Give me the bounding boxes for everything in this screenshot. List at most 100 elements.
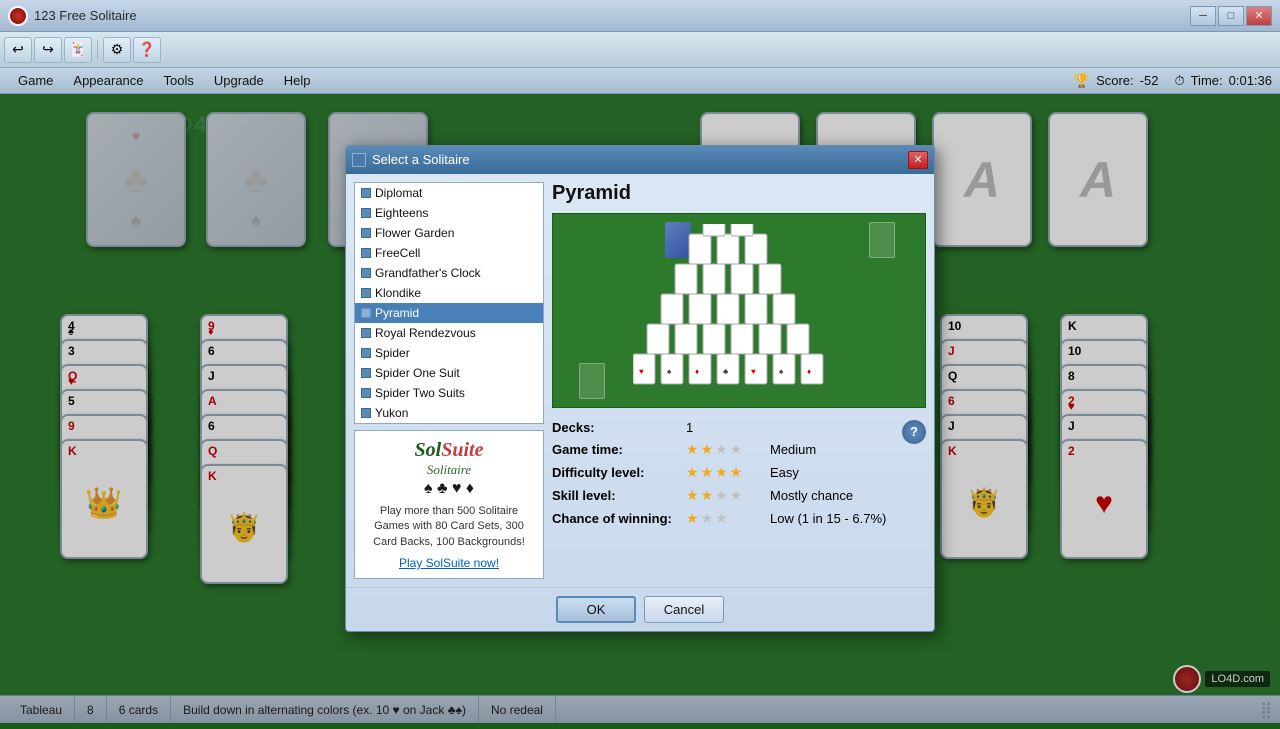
game-icon bbox=[361, 348, 371, 358]
time-icon: ⏱ bbox=[1174, 73, 1184, 89]
settings-button[interactable]: ⚙ bbox=[103, 37, 131, 63]
undo-button[interactable]: ↩ bbox=[4, 37, 32, 63]
dstar-2: ★ bbox=[701, 464, 714, 481]
ok-button[interactable]: OK bbox=[556, 596, 636, 623]
solsuite-logo-area: SolSuite Solitaire ♠ ♣ ♥ ♦ bbox=[363, 439, 535, 498]
dialog-title-left: Select a Solitaire bbox=[352, 152, 470, 167]
menu-game[interactable]: Game bbox=[8, 68, 63, 93]
titlebar-left: 123 Free Solitaire bbox=[8, 6, 137, 26]
time-area: ⏱ Time: 0:01:36 bbox=[1174, 73, 1272, 89]
redo-button[interactable]: ↪ bbox=[34, 37, 62, 63]
game-icon bbox=[361, 328, 371, 338]
score-icon: 🏆 bbox=[1074, 73, 1090, 89]
menubar: Game Appearance Tools Upgrade Help 🏆 Sco… bbox=[0, 68, 1280, 94]
svg-text:♦: ♦ bbox=[807, 367, 811, 376]
game-detail-panel: Pyramid bbox=[552, 182, 926, 579]
sstar-4: ★ bbox=[730, 487, 743, 504]
game-icon bbox=[361, 268, 371, 278]
selected-game-name: Pyramid bbox=[552, 182, 926, 205]
game-item-pyramid[interactable]: Pyramid bbox=[355, 303, 543, 323]
dstar-4: ★ bbox=[730, 464, 743, 481]
solsuite-logo: SolSuite bbox=[363, 439, 535, 462]
time-label: Time: bbox=[1191, 73, 1223, 88]
solsuite-tagline: Play more than 500 Solitaire Games with … bbox=[363, 504, 535, 550]
game-icon bbox=[361, 228, 371, 238]
stat-gametime-label: Game time: bbox=[552, 442, 682, 457]
cancel-button[interactable]: Cancel bbox=[644, 596, 724, 623]
modal-overlay: Select a Solitaire ✕ Diplomat bbox=[0, 94, 1280, 723]
toolbar-separator bbox=[97, 40, 98, 60]
game-stats: ? Decks: 1 Game time: ★ ★ ★ bbox=[552, 416, 926, 531]
game-icon-selected bbox=[361, 308, 371, 318]
skill-stars: ★ ★ ★ ★ bbox=[686, 487, 766, 504]
close-button[interactable]: ✕ bbox=[1246, 6, 1272, 26]
game-item-klondike[interactable]: Klondike bbox=[355, 283, 543, 303]
game-area: LO4D.com ♣ ♠ ♥ ♣ ♠ ♣ A A A A 4 ♠ 3 Q bbox=[0, 94, 1280, 723]
app-title: 123 Free Solitaire bbox=[34, 8, 137, 23]
score-value: -52 bbox=[1140, 73, 1159, 88]
titlebar: 123 Free Solitaire ─ □ ✕ bbox=[0, 0, 1280, 32]
score-area: 🏆 Score: -52 bbox=[1074, 73, 1159, 89]
solsuite-ad: SolSuite Solitaire ♠ ♣ ♥ ♦ Play more tha… bbox=[354, 430, 544, 579]
sstar-2: ★ bbox=[701, 487, 714, 504]
game-list[interactable]: Diplomat Eighteens Flower Garden Fr bbox=[354, 182, 544, 424]
star-4: ★ bbox=[730, 441, 743, 458]
game-item-flower[interactable]: Flower Garden bbox=[355, 223, 543, 243]
stat-diff-text: Easy bbox=[770, 465, 900, 480]
minimize-button[interactable]: ─ bbox=[1190, 6, 1216, 26]
game-item-royal[interactable]: Royal Rendezvous bbox=[355, 323, 543, 343]
stat-decks-label: Decks: bbox=[552, 420, 682, 435]
svg-text:♦: ♦ bbox=[695, 367, 699, 376]
dialog-body: Diplomat Eighteens Flower Garden Fr bbox=[346, 174, 934, 587]
game-icon bbox=[361, 388, 371, 398]
svg-text:♥: ♥ bbox=[639, 367, 644, 376]
time-value: 0:01:36 bbox=[1229, 73, 1272, 88]
solsuite-sublogo: Solitaire bbox=[363, 462, 535, 478]
stat-chance-text: Low (1 in 15 - 6.7%) bbox=[770, 511, 900, 526]
game-icon bbox=[361, 288, 371, 298]
game-item-grandfathers[interactable]: Grandfather's Clock bbox=[355, 263, 543, 283]
menu-help[interactable]: Help bbox=[274, 68, 321, 93]
help-button[interactable]: ? bbox=[902, 420, 926, 444]
game-item-eighteens[interactable]: Eighteens bbox=[355, 203, 543, 223]
menu-appearance[interactable]: Appearance bbox=[63, 68, 153, 93]
cstar-1: ★ bbox=[686, 510, 699, 527]
solsuite-link[interactable]: Play SolSuite now! bbox=[363, 556, 535, 570]
menu-upgrade[interactable]: Upgrade bbox=[204, 68, 274, 93]
titlebar-controls: ─ □ ✕ bbox=[1190, 6, 1272, 26]
dialog-footer: OK Cancel bbox=[346, 587, 934, 631]
game-icon bbox=[361, 208, 371, 218]
game-item-freecell[interactable]: FreeCell bbox=[355, 243, 543, 263]
dstar-1: ★ bbox=[686, 464, 699, 481]
select-solitaire-dialog: Select a Solitaire ✕ Diplomat bbox=[345, 145, 935, 632]
chance-stars: ★ ★ ★ bbox=[686, 510, 766, 527]
game-item-yukon[interactable]: Yukon bbox=[355, 403, 543, 423]
solsuite-suits: ♠ ♣ ♥ ♦ bbox=[363, 480, 535, 498]
svg-text:♣: ♣ bbox=[723, 367, 729, 376]
maximize-button[interactable]: □ bbox=[1218, 6, 1244, 26]
dialog-titlebar: Select a Solitaire ✕ bbox=[346, 146, 934, 174]
new-game-button[interactable]: 🃏 bbox=[64, 37, 92, 63]
star-2: ★ bbox=[701, 441, 714, 458]
game-item-diplomat[interactable]: Diplomat bbox=[355, 183, 543, 203]
help-toolbar-button[interactable]: ❓ bbox=[133, 37, 161, 63]
stat-gametime-text: Medium bbox=[770, 442, 900, 457]
stat-skill-text: Mostly chance bbox=[770, 488, 900, 503]
game-item-spider[interactable]: Spider bbox=[355, 343, 543, 363]
game-icon bbox=[361, 248, 371, 258]
dialog-close-button[interactable]: ✕ bbox=[908, 151, 928, 169]
sstar-3: ★ bbox=[715, 487, 728, 504]
pyramid-svg: ♥ ♠ ♦ ♣ ♥ ♠ ♦ bbox=[633, 224, 883, 394]
menu-tools[interactable]: Tools bbox=[154, 68, 204, 93]
dialog-title: Select a Solitaire bbox=[372, 152, 470, 167]
difficulty-stars: ★ ★ ★ ★ bbox=[686, 464, 766, 481]
game-item-spider-one[interactable]: Spider One Suit bbox=[355, 363, 543, 383]
game-item-spider-two[interactable]: Spider Two Suits bbox=[355, 383, 543, 403]
app-icon bbox=[8, 6, 28, 26]
quick-access-toolbar: ↩ ↪ 🃏 ⚙ ❓ bbox=[0, 32, 1280, 68]
preview-empty-slot-2 bbox=[579, 363, 605, 399]
game-preview: ♥ ♠ ♦ ♣ ♥ ♠ ♦ bbox=[552, 213, 926, 408]
stat-diff-label: Difficulty level: bbox=[552, 465, 682, 480]
stat-chance-label: Chance of winning: bbox=[552, 511, 682, 526]
stat-skill-label: Skill level: bbox=[552, 488, 682, 503]
